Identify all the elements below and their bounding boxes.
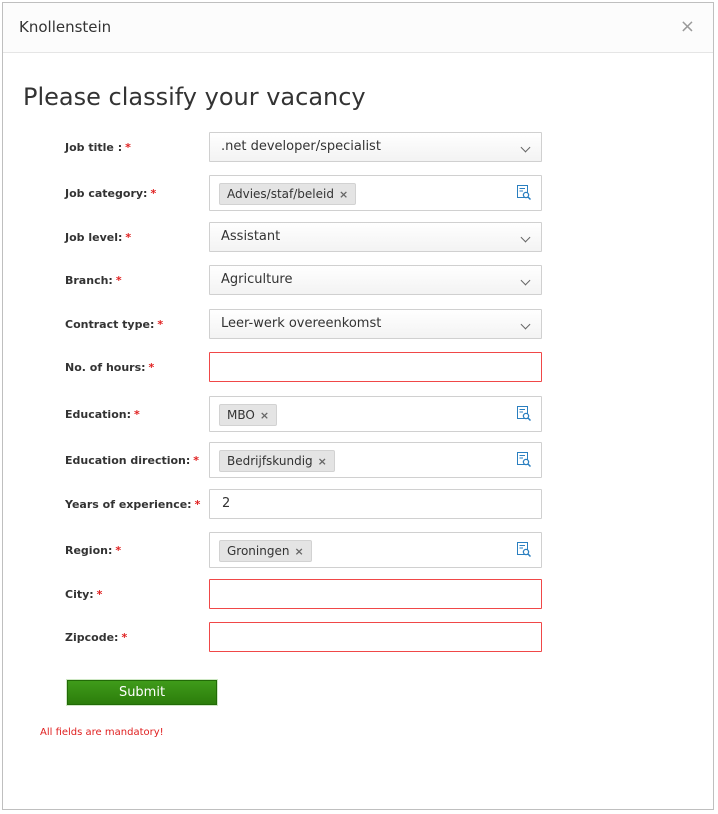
education-label: Education: * [65,408,140,421]
city-label-text: City: [65,588,94,601]
city-row: City: * [3,579,713,609]
job-level-value: Assistant [221,229,281,244]
required-marker: * [150,187,157,200]
remove-tag-icon[interactable]: × [318,455,327,468]
experience-label: Years of experience: * [65,498,200,511]
required-marker: * [133,408,140,421]
job-level-label-text: Job level: [65,231,123,244]
job-category-label-text: Job category: [65,187,148,200]
job-level-label: Job level: * [65,231,131,244]
dialog-titlebar: Knollenstein × [3,3,713,53]
zipcode-label-text: Zipcode: [65,631,119,644]
branch-label: Branch: * [65,274,122,287]
required-marker: * [115,544,122,557]
page-title: Please classify your vacancy [23,83,366,111]
education-direction-field[interactable]: Bedrijfskundig × [209,442,542,478]
job-level-row: Job level: * Assistant [3,222,713,252]
experience-label-text: Years of experience: [65,498,192,511]
contract-type-select[interactable]: Leer-werk overeenkomst [209,309,542,339]
lookup-list-icon[interactable] [517,406,531,421]
education-tag: MBO × [219,404,278,426]
education-direction-label: Education direction: * [65,454,199,467]
job-category-label: Job category: * [65,187,156,200]
chevron-down-icon [520,275,531,286]
chevron-down-icon [520,232,531,243]
experience-row: Years of experience: * 2 [3,489,713,519]
required-marker: * [115,274,122,287]
job-category-tag-text: Advies/staf/beleid [227,187,334,201]
remove-tag-icon[interactable]: × [294,545,303,558]
education-field[interactable]: MBO × [209,396,542,432]
required-marker: * [157,318,164,331]
education-direction-tag: Bedrijfskundig × [219,450,335,472]
remove-tag-icon[interactable]: × [339,188,348,201]
city-label: City: * [65,588,102,601]
contract-type-row: Contract type: * Leer-werk overeenkomst [3,309,713,339]
required-marker: * [125,231,132,244]
dialog-title: Knollenstein [19,18,112,36]
job-title-label-text: Job title : [65,141,123,154]
city-input[interactable] [209,579,542,609]
required-marker: * [96,588,103,601]
contract-type-value: Leer-werk overeenkomst [221,316,382,331]
chevron-down-icon [520,319,531,330]
lookup-list-icon[interactable] [517,452,531,467]
job-level-select[interactable]: Assistant [209,222,542,252]
required-marker: * [194,498,201,511]
submit-button[interactable]: Submit [67,680,217,705]
region-tag-text: Groningen [227,544,290,558]
hours-row: No. of hours: * [3,352,713,382]
job-category-row: Job category: * Advies/staf/beleid × [3,175,713,211]
zipcode-input[interactable] [209,622,542,652]
job-title-value: .net developer/specialist [221,139,381,154]
contract-type-label: Contract type: * [65,318,163,331]
branch-label-text: Branch: [65,274,113,287]
chevron-down-icon [520,142,531,153]
required-marker: * [121,631,128,644]
hours-label-text: No. of hours: [65,361,146,374]
region-label-text: Region: [65,544,113,557]
education-tag-text: MBO [227,408,255,422]
education-direction-row: Education direction: * Bedrijfskundig × [3,442,713,478]
required-marker: * [193,454,200,467]
dialog: Knollenstein × Please classify your vaca… [2,2,714,810]
region-field[interactable]: Groningen × [209,532,542,568]
zipcode-label: Zipcode: * [65,631,127,644]
region-label: Region: * [65,544,121,557]
job-title-label: Job title : * [65,141,131,154]
lookup-list-icon[interactable] [517,185,531,200]
zipcode-row: Zipcode: * [3,622,713,652]
experience-value: 2 [222,496,231,511]
required-marker: * [125,141,131,154]
job-title-row: Job title : * .net developer/specialist [3,132,713,162]
job-category-field[interactable]: Advies/staf/beleid × [209,175,542,211]
job-category-tag: Advies/staf/beleid × [219,183,357,205]
region-row: Region: * Groningen × [3,532,713,568]
education-direction-label-text: Education direction: [65,454,191,467]
mandatory-note: All fields are mandatory! [40,727,164,738]
education-row: Education: * MBO × [3,396,713,432]
education-label-text: Education: [65,408,131,421]
remove-tag-icon[interactable]: × [260,409,269,422]
branch-value: Agriculture [221,272,293,287]
experience-input[interactable]: 2 [209,489,542,519]
job-title-select[interactable]: .net developer/specialist [209,132,542,162]
hours-input[interactable] [209,352,542,382]
contract-type-label-text: Contract type: [65,318,155,331]
hours-label: No. of hours: * [65,361,154,374]
close-icon[interactable]: × [680,16,695,37]
lookup-list-icon[interactable] [517,542,531,557]
region-tag: Groningen × [219,540,312,562]
branch-select[interactable]: Agriculture [209,265,542,295]
education-direction-tag-text: Bedrijfskundig [227,454,313,468]
branch-row: Branch: * Agriculture [3,265,713,295]
required-marker: * [148,361,155,374]
